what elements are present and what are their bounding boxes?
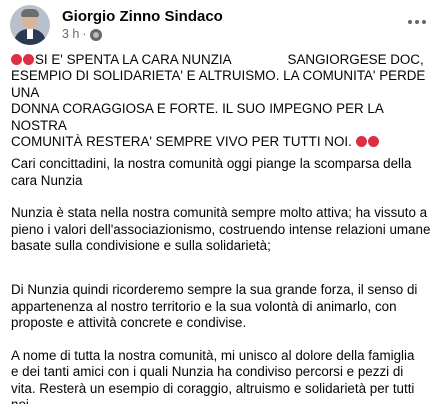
post-meta: 3 h · xyxy=(62,27,102,41)
paragraph-line: Nunzia è stata nella nostra comunità sem… xyxy=(11,205,428,221)
red-circle-emoji xyxy=(23,54,34,65)
post-body: SI E' SPENTA LA CARA NUNZIA SANGIORGESE D… xyxy=(11,52,431,404)
paragraph-line: Di Nunzia quindi ricorderemo sempre la s… xyxy=(11,282,418,298)
author-avatar[interactable] xyxy=(10,5,50,45)
red-circle-emoji xyxy=(11,54,22,65)
red-circle-emoji xyxy=(367,136,379,148)
paragraph-line: appartenenza al nostro territorio e la s… xyxy=(11,298,397,314)
headline-line: DONNA CORAGGIOSA E FORTE. IL SUO IMPEGNO… xyxy=(11,101,384,133)
paragraph-line: basate sulla condivisione e sulla solida… xyxy=(11,238,271,254)
paragraph-line: Cari concittadini, la nostra comunità og… xyxy=(11,156,412,172)
avatar-hair xyxy=(21,9,39,17)
globe-icon[interactable] xyxy=(89,29,102,41)
paragraph-line: e dei tanti amici con i quali Nunzia ha … xyxy=(11,364,404,380)
paragraph-line: vita. Resterà un esempio di coraggio, al… xyxy=(11,380,415,396)
more-dot xyxy=(415,20,419,24)
avatar-shirt xyxy=(27,29,33,39)
headline-text: SI E' SPENTA LA CARA NUNZIA xyxy=(35,52,232,67)
more-dot xyxy=(422,20,426,24)
post-time[interactable]: 3 h xyxy=(62,27,79,41)
paragraph-line: cara Nunzia xyxy=(11,172,83,188)
headline-text: COMUNITÀ RESTERA' SEMPRE VIVO PER TUTTI … xyxy=(11,134,352,150)
headline-line: COMUNITÀ RESTERA' SEMPRE VIVO PER TUTTI … xyxy=(11,134,431,150)
paragraph-line: proposte e attività concrete e condivise… xyxy=(11,315,247,331)
post-header: Giorgio Zinno Sindaco 3 h · xyxy=(10,5,430,45)
paragraph-line: noi xyxy=(11,397,431,404)
more-options-icon[interactable] xyxy=(404,9,430,35)
paragraph-line: A nome di tutta la nostra comunità, mi u… xyxy=(11,347,415,363)
headline-text: SANGIORGESE DOC, xyxy=(287,52,424,67)
more-dot xyxy=(408,20,412,24)
red-circle-emoji xyxy=(355,136,367,148)
headline-line: SI E' SPENTA LA CARA NUNZIA SANGIORGESE D… xyxy=(11,52,431,68)
meta-separator: · xyxy=(82,27,87,41)
paragraph-line: pieno i valori dell'associazionismo, cos… xyxy=(11,221,431,237)
author-name[interactable]: Giorgio Zinno Sindaco xyxy=(62,8,223,25)
headline-line: ESEMPIO DI SOLIDARIETA' E ALTRUISMO. LA … xyxy=(11,68,426,100)
